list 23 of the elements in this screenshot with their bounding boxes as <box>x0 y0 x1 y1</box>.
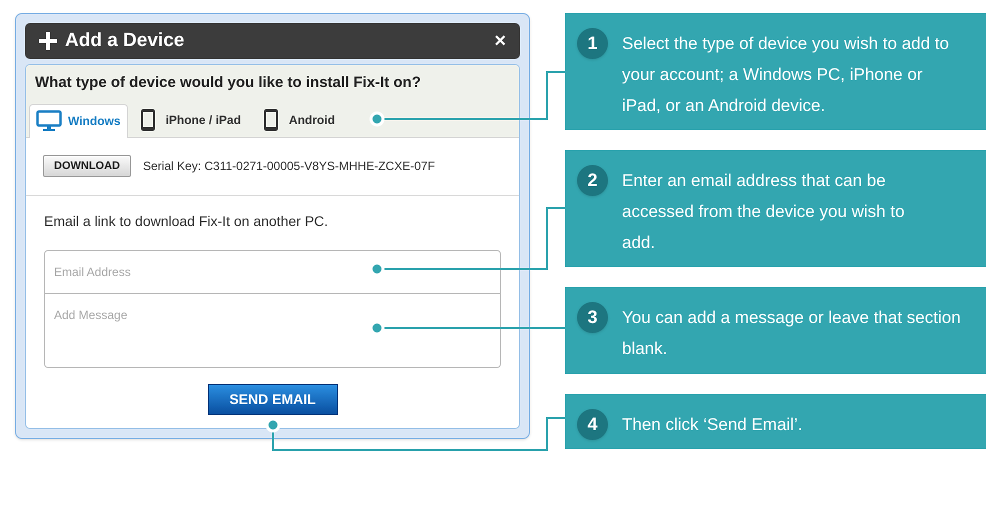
step-text: You can add a message or leave that section blank. <box>622 307 962 360</box>
phone-icon <box>262 108 279 132</box>
download-button[interactable]: DOWNLOAD <box>43 155 131 177</box>
send-email-button[interactable]: SEND EMAIL <box>208 384 338 414</box>
serial-key: Serial Key: C311-0271-00005-V8YS-MHHE-ZCXE-07F <box>143 157 435 175</box>
phone-icon <box>140 108 156 132</box>
device-tab[interactable]: iPhone / iPad <box>130 102 251 136</box>
question-heading: What type of device would you like to install Fix-It on? <box>34 73 422 93</box>
email-field[interactable]: Email Address <box>44 250 501 294</box>
device-tab[interactable]: Windows <box>29 104 128 138</box>
email-prompt: Email a link to download Fix-It on another PC. <box>44 212 330 230</box>
step-text: Enter an email address that can be accessed from the device you wish to add. <box>622 170 906 254</box>
step-number: 4 <box>577 409 608 440</box>
step-number: 3 <box>577 302 608 333</box>
plus-icon <box>39 32 57 50</box>
monitor-icon <box>36 110 62 132</box>
step-text: Then click ‘Send Email’. <box>622 414 804 436</box>
step-number: 2 <box>577 165 608 196</box>
close-button[interactable]: × <box>494 31 506 51</box>
device-tab[interactable]: Android <box>252 102 345 136</box>
step-number: 1 <box>577 28 608 59</box>
window-title: Add a Device <box>65 28 184 53</box>
step-text: Select the type of device you wish to add to your account; a Windows PC, iPhone or iPad, or an Android device. <box>622 33 950 117</box>
